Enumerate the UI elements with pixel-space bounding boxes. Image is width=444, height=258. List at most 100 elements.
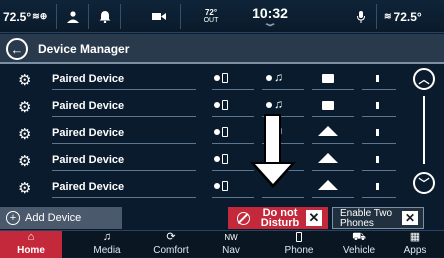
passenger-temp-value: 72.5°: [393, 9, 422, 24]
chevron-down-icon: ﹀: [418, 178, 430, 190]
outside-temperature: 72° OUT: [196, 0, 226, 33]
gear-icon[interactable]: ⚙: [18, 71, 31, 89]
gear-icon[interactable]: ⚙: [18, 152, 31, 170]
scroll-thumb[interactable]: [423, 96, 425, 164]
divider: [362, 197, 396, 198]
divider: [362, 143, 396, 144]
page-header: ← Device Manager: [0, 34, 444, 64]
divider: [376, 4, 377, 29]
callout-arrow-head-fill: [255, 164, 291, 184]
divider: [312, 116, 354, 117]
signal-bar-icon: [376, 75, 379, 82]
clock[interactable]: 10:32 ⌄: [240, 0, 300, 33]
rectangle-status-icon: [322, 74, 334, 83]
nav-vehicle[interactable]: ⛟ Vehicle: [328, 231, 390, 258]
scroll-down-button[interactable]: ﹀: [413, 172, 435, 194]
gear-icon[interactable]: ⚙: [18, 125, 31, 143]
arrow-left-icon: ←: [10, 41, 24, 57]
nav-comfort[interactable]: ⟳ Comfort: [140, 231, 202, 258]
chevron-up-icon: ︿: [418, 74, 430, 86]
nav-home[interactable]: ⌂ Home: [0, 231, 62, 258]
toggle-off-icon[interactable]: ✕: [402, 211, 418, 225]
status-bar: 72.5° ≋⊕ 72° OUT 10:32 ⌄ ≋ 72.5°: [0, 0, 444, 33]
phone-connected-icon: [214, 124, 228, 138]
divider: [362, 116, 396, 117]
gear-icon[interactable]: ⚙: [18, 98, 31, 116]
divider: [312, 143, 354, 144]
driver-temperature[interactable]: 72.5° ≋⊕: [3, 0, 47, 33]
enable-two-phones-label: Enable Two Phones: [340, 209, 398, 229]
scrollbar[interactable]: ︿ ﹀: [411, 68, 439, 198]
list-item[interactable]: ⚙ Paired Device ♫: [0, 66, 406, 93]
divider: [120, 4, 121, 29]
nav-nav[interactable]: NW Nav: [200, 231, 262, 258]
nav-apps[interactable]: ▦ Apps: [386, 231, 444, 258]
divider: [212, 170, 254, 171]
seat-heat-icon: ≋⊕: [32, 11, 48, 21]
signal-bar-icon: [376, 183, 379, 190]
apps-grid-icon: ▦: [409, 231, 421, 243]
divider: [212, 89, 254, 90]
divider: [362, 170, 396, 171]
nav-home-label: Home: [17, 245, 45, 256]
device-list: ⚙ Paired Device ♫ ⚙ Paired Device ♫ ⚙ Pa…: [0, 66, 406, 198]
car-icon: ⛟: [352, 231, 366, 243]
camera-icon[interactable]: [148, 0, 170, 33]
microphone-icon[interactable]: [350, 0, 372, 33]
device-label: Paired Device: [52, 100, 125, 112]
divider: [52, 170, 196, 171]
device-label: Paired Device: [52, 181, 125, 193]
triangle-up-icon: [318, 180, 338, 190]
device-label: Paired Device: [52, 127, 125, 139]
gear-icon[interactable]: ⚙: [18, 179, 31, 197]
nav-media[interactable]: ♫ Media: [76, 231, 138, 258]
scroll-up-button[interactable]: ︿: [413, 68, 435, 90]
outside-label: OUT: [203, 16, 219, 24]
divider: [312, 170, 354, 171]
divider: [52, 197, 196, 198]
nav-apps-label: Apps: [403, 245, 427, 256]
divider: [212, 197, 254, 198]
signal-bar-icon: [376, 102, 379, 109]
signal-bar-icon: [376, 156, 379, 163]
divider: [180, 4, 181, 29]
notification-bell-icon[interactable]: [94, 0, 116, 33]
device-label: Paired Device: [52, 73, 125, 85]
divider: [262, 197, 304, 198]
add-device-label: Add Device: [25, 212, 82, 224]
music-note-icon: ♫: [102, 231, 112, 243]
do-not-disturb-icon: [237, 211, 250, 225]
rectangle-status-icon: [322, 101, 334, 110]
nav-phone-label: Phone: [284, 245, 314, 256]
phone-connected-icon: [214, 151, 228, 165]
media-audio-icon: ♫: [266, 70, 283, 84]
list-item[interactable]: ⚙ Paired Device ♫: [0, 120, 406, 147]
comfort-icon: ⟳: [166, 231, 176, 243]
user-profile-icon[interactable]: [62, 0, 84, 33]
nav-phone[interactable]: Phone: [268, 231, 330, 258]
enable-two-phones-toggle[interactable]: Enable Two Phones ✕: [332, 207, 424, 229]
outside-temp-value: 72°: [204, 7, 218, 17]
phone-icon: [296, 231, 302, 244]
phone-connected-icon: [214, 97, 228, 111]
list-item[interactable]: ⚙ Paired Device ♫: [0, 93, 406, 120]
back-button[interactable]: ←: [6, 38, 28, 60]
two-phones-line2: Phones: [340, 218, 374, 229]
divider: [52, 89, 196, 90]
list-item[interactable]: ⚙ Paired Device: [0, 147, 406, 174]
passenger-temperature[interactable]: ≋ 72.5°: [384, 0, 422, 33]
device-label: Paired Device: [52, 154, 125, 166]
add-device-button[interactable]: + Add Device: [0, 207, 122, 229]
do-not-disturb-button[interactable]: Do not Disturb ✕: [228, 207, 328, 229]
seat-heat-icon: ≋: [384, 11, 392, 21]
divider: [212, 143, 254, 144]
triangle-up-icon: [318, 126, 338, 136]
triangle-up-icon: [318, 153, 338, 163]
action-bar: + Add Device Do not Disturb ✕ Enable Two…: [0, 207, 444, 229]
nav-nav-label: Nav: [222, 245, 240, 256]
divider: [52, 143, 196, 144]
list-item[interactable]: ⚙ Paired Device: [0, 174, 406, 201]
driver-temp-value: 72.5°: [3, 9, 32, 24]
dnd-toggle-off-icon[interactable]: ✕: [306, 210, 322, 226]
divider: [212, 116, 254, 117]
